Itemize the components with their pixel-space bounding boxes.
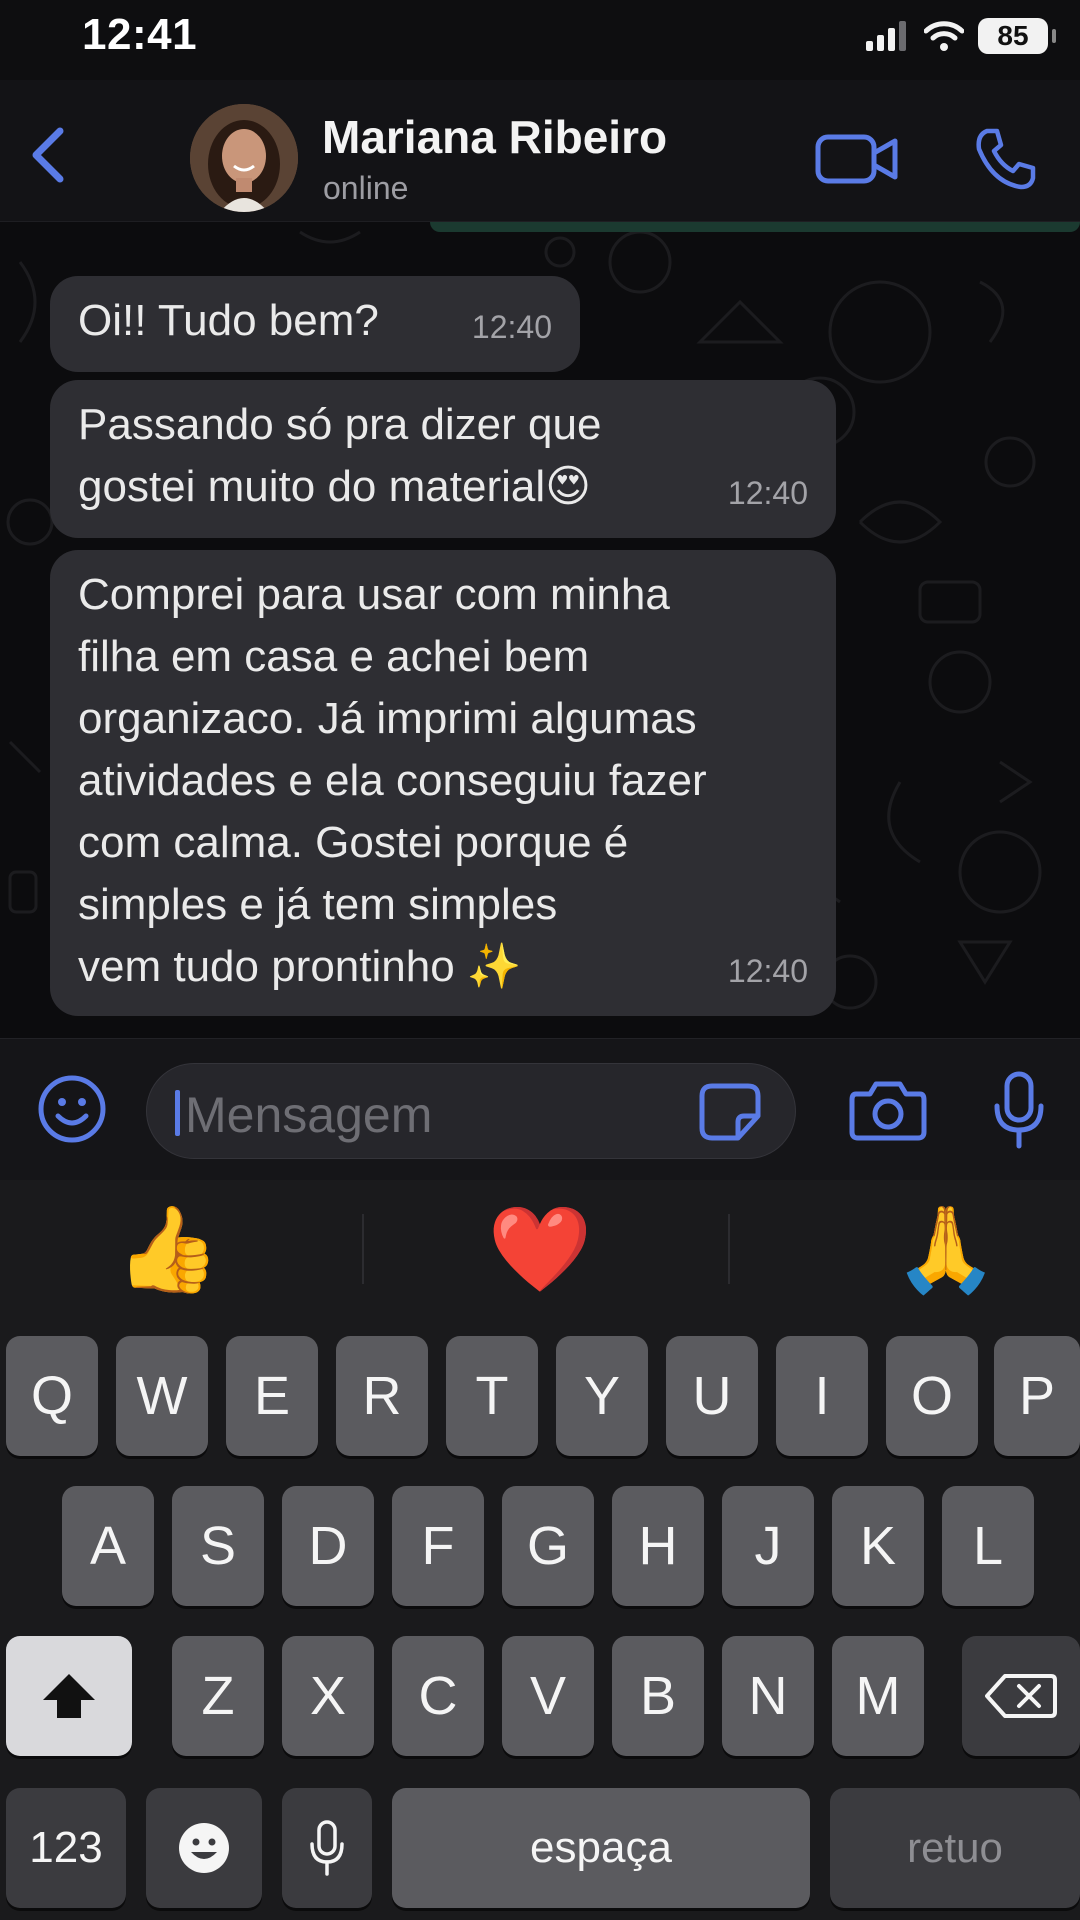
camera-button[interactable]	[846, 1075, 930, 1145]
key-n[interactable]: N	[722, 1636, 814, 1756]
suggestion-divider	[728, 1214, 730, 1284]
chevron-left-icon	[32, 127, 64, 183]
top-accent-bar	[430, 222, 1080, 232]
dictation-key[interactable]	[282, 1788, 372, 1908]
key-i[interactable]: I	[776, 1336, 868, 1456]
key-p[interactable]: P	[994, 1336, 1080, 1456]
keyboard: 👍 ❤️ 🙏 Q W E R T Y U I O P A S D F G H J…	[0, 1180, 1080, 1920]
return-key[interactable]: retuo	[830, 1788, 1080, 1908]
message-bubble[interactable]: Passando só pra dizer que gostei muito d…	[50, 380, 836, 538]
message-bubble[interactable]: Comprei para usar com minha filha em cas…	[50, 550, 836, 1016]
shift-key[interactable]	[6, 1636, 132, 1756]
key-s[interactable]: S	[172, 1486, 264, 1606]
thumbs-up-suggestion[interactable]: 👍	[18, 1204, 318, 1294]
key-l[interactable]: L	[942, 1486, 1034, 1606]
key-h[interactable]: H	[612, 1486, 704, 1606]
status-bar: 12:41 85	[0, 0, 1080, 80]
voice-message-button[interactable]	[984, 1069, 1054, 1151]
key-b[interactable]: B	[612, 1636, 704, 1756]
key-w[interactable]: W	[116, 1336, 208, 1456]
key-q[interactable]: Q	[6, 1336, 98, 1456]
emoji-face-icon	[179, 1823, 229, 1873]
message-bubble[interactable]: Oi!! Tudo bem? 12:40	[50, 276, 580, 372]
status-icons: 85	[864, 16, 1056, 56]
sticker-icon	[699, 1083, 761, 1141]
text-cursor	[175, 1090, 180, 1136]
key-v[interactable]: V	[502, 1636, 594, 1756]
key-c[interactable]: C	[392, 1636, 484, 1756]
avatar-photo	[190, 104, 298, 212]
voice-call-button[interactable]	[968, 124, 1042, 194]
numbers-key[interactable]: 123	[6, 1788, 126, 1908]
key-z[interactable]: Z	[172, 1636, 264, 1756]
message-time: 12:40	[471, 309, 552, 345]
message-text: Passando só pra dizer que gostei muito d…	[78, 400, 602, 511]
key-u[interactable]: U	[666, 1336, 758, 1456]
key-g[interactable]: G	[502, 1486, 594, 1606]
key-o[interactable]: O	[886, 1336, 978, 1456]
backspace-icon	[985, 1674, 1057, 1718]
video-call-button[interactable]	[812, 124, 902, 194]
key-d[interactable]: D	[282, 1486, 374, 1606]
smiley-icon	[38, 1075, 106, 1143]
contact-name[interactable]: Mariana Ribeiro	[322, 110, 667, 164]
message-time: 12:40	[727, 475, 808, 511]
wifi-icon	[924, 21, 964, 51]
key-a[interactable]: A	[62, 1486, 154, 1606]
heart-suggestion[interactable]: ❤️	[390, 1204, 690, 1294]
message-text: Comprei para usar com minha filha em cas…	[78, 570, 707, 991]
delete-key[interactable]	[962, 1636, 1080, 1756]
shift-arrow-icon	[43, 1674, 95, 1718]
emoji-button[interactable]	[36, 1073, 108, 1145]
sticker-button[interactable]	[695, 1080, 765, 1144]
contact-avatar[interactable]	[190, 104, 298, 212]
key-f[interactable]: F	[392, 1486, 484, 1606]
key-x[interactable]: X	[282, 1636, 374, 1756]
battery-indicator: 85	[978, 18, 1056, 54]
message-placeholder: Mensagem	[185, 1087, 433, 1143]
key-j[interactable]: J	[722, 1486, 814, 1606]
key-k[interactable]: K	[832, 1486, 924, 1606]
key-e[interactable]: E	[226, 1336, 318, 1456]
chat-header: Mariana Ribeiro online	[0, 80, 1080, 222]
status-time: 12:41	[82, 10, 198, 59]
key-m[interactable]: M	[832, 1636, 924, 1756]
contact-status: online	[323, 170, 409, 206]
message-composer: Mensagem	[0, 1038, 1080, 1180]
phone-icon	[976, 128, 1036, 190]
praying-hands-suggestion[interactable]: 🙏	[796, 1204, 1080, 1294]
key-y[interactable]: Y	[556, 1336, 648, 1456]
microphone-icon	[994, 1071, 1044, 1149]
chat-area[interactable]: Oi!! Tudo bem? 12:40 Passando só pra diz…	[0, 222, 1080, 1038]
emoji-keyboard-key[interactable]	[146, 1788, 262, 1908]
message-time: 12:40	[727, 953, 808, 989]
signal-icon	[866, 21, 906, 51]
microphone-icon	[310, 1820, 344, 1876]
space-key[interactable]: espaça	[392, 1788, 810, 1908]
key-t[interactable]: T	[446, 1336, 538, 1456]
emoji-suggestion-bar: 👍 ❤️ 🙏	[0, 1180, 1080, 1318]
back-button[interactable]	[18, 120, 78, 190]
message-input[interactable]: Mensagem	[146, 1063, 796, 1159]
camera-icon	[849, 1081, 927, 1141]
suggestion-divider	[362, 1214, 364, 1284]
key-r[interactable]: R	[336, 1336, 428, 1456]
video-camera-icon	[815, 134, 898, 184]
